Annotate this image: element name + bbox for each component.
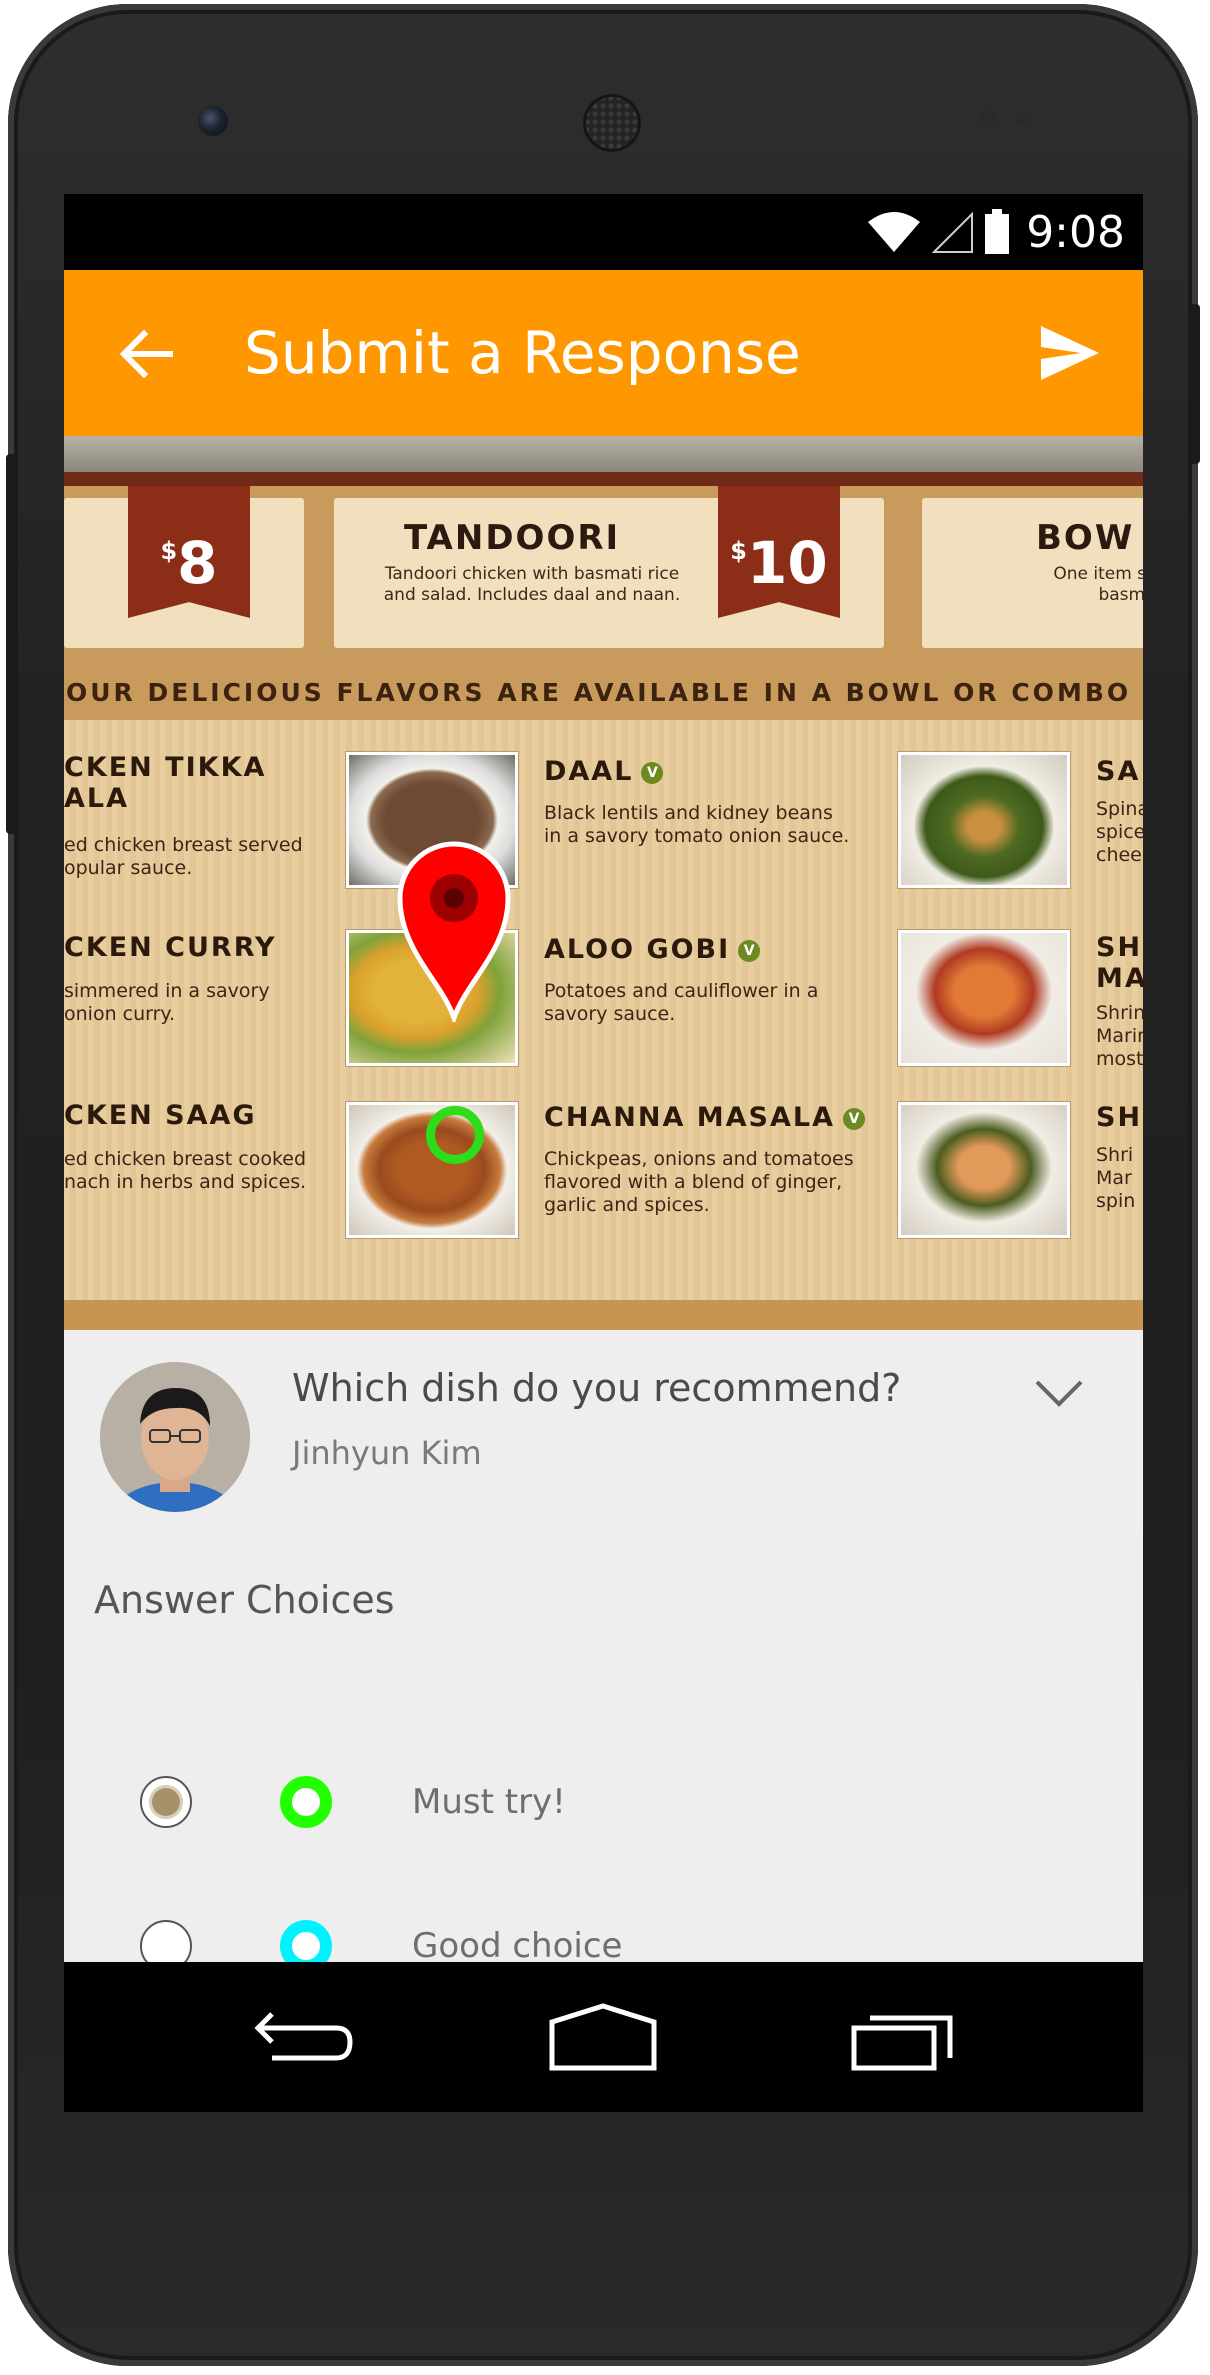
status-time: 9:08 [1026,206,1125,258]
dish-photo [898,930,1070,1066]
dish-name: DAAL V [544,756,664,787]
price-tag: $10 [718,486,840,618]
dish-name: SA [1096,756,1141,787]
dish-name: CKEN TIKKA ALA [64,752,267,814]
dish-desc: Shri Mar spin [1096,1144,1136,1212]
wifi-icon [868,212,921,252]
dish-name: CKEN SAAG [64,1100,257,1131]
menu-photo[interactable]: $8 TANDOORI Tandoori chicken with basmat… [64,436,1143,1330]
battery-icon [985,209,1010,254]
arrow-left-icon[interactable] [114,322,178,386]
proximity-sensor [980,110,998,128]
dish-desc: ed chicken breast cooked nach in herbs a… [64,1148,307,1193]
page-title: Submit a Response [244,319,801,387]
dish-photo [898,1102,1070,1238]
menu-card-heading: TANDOORI [404,518,621,558]
app-bar: Submit a Response [64,270,1143,436]
menu-card-desc: Tandoori chicken with basmati rice and s… [383,564,681,605]
dish-desc: Black lentils and kidney beans in a savo… [544,802,850,847]
price-tag: $8 [128,486,250,618]
menu-card-desc: One item serve basmati ri [1053,564,1143,605]
light-sensor [1016,113,1028,125]
signal-icon [932,211,974,253]
question-text: Which dish do you recommend? [292,1366,902,1410]
radio-must-try[interactable] [140,1776,192,1828]
dish-photo [898,752,1070,888]
dish-name: CHANNA MASALA V [544,1102,866,1133]
choice-row-must-try[interactable]: Must try! [64,1754,1143,1850]
map-pin-icon[interactable] [394,832,514,1022]
dish-name: CKEN CURRY [64,932,277,963]
dish-name: SH MA [1096,932,1143,994]
asker-name: Jinhyun Kim [292,1434,482,1472]
navigation-bar [64,1962,1143,2112]
earpiece-speaker [583,94,641,152]
choice-label: Must try! [412,1782,566,1822]
color-marker-green [280,1776,332,1828]
power-button [1188,304,1200,464]
status-bar: 9:08 [64,194,1143,270]
dish-desc: Spina spice chee [1096,798,1143,866]
front-camera [198,106,228,136]
avatar [100,1362,250,1512]
marker-ring [426,1106,484,1164]
volume-button [6,454,18,834]
dish-desc: ed chicken breast served opular sauce. [64,834,303,879]
chevron-down-icon[interactable] [1033,1374,1085,1414]
dish-desc: Shrin Marin most [1096,1002,1143,1070]
menu-card-heading: BOW [1036,518,1135,558]
send-icon[interactable] [1037,320,1103,386]
dish-name: ALOO GOBI V [544,934,761,965]
screen: 9:08 Submit a Response $8 TANDOORI Tando… [64,194,1143,2112]
dish-desc: simmered in a savory onion curry. [64,980,270,1025]
dish-name: SH [1096,1102,1143,1133]
dish-desc: Potatoes and cauliflower in a savory sau… [544,980,819,1025]
menu-banner: OUR DELICIOUS FLAVORS ARE AVAILABLE IN A… [64,666,1143,720]
dish-desc: Chickpeas, onions and tomatoes flavored … [544,1148,854,1216]
home-nav-icon[interactable] [548,2002,658,2072]
question-panel: Which dish do you recommend? Jinhyun Kim… [64,1330,1143,1972]
answer-choices-heading: Answer Choices [94,1578,395,1622]
recents-nav-icon[interactable] [850,2002,960,2072]
back-nav-icon[interactable] [250,2002,360,2072]
